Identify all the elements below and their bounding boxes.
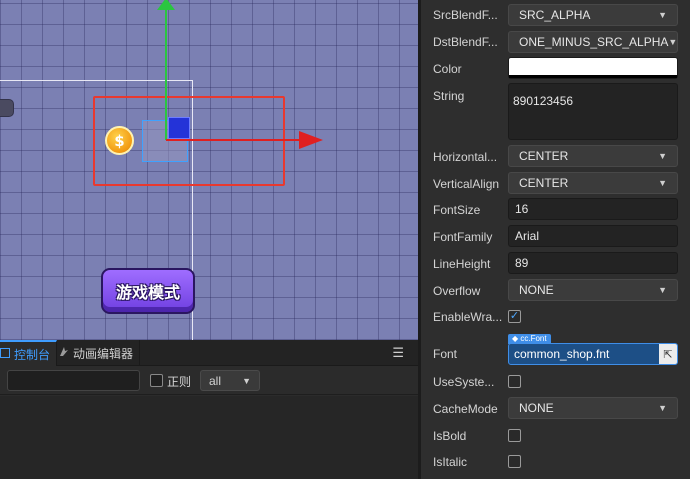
font-family-value: Arial — [515, 229, 540, 243]
console-panel: 控制台 动画编辑器 ☰ 正则 all ▼ — [0, 340, 418, 479]
game-mode-label: 游戏模式 — [115, 285, 180, 302]
cache-mode-value: NONE — [519, 401, 554, 415]
enable-wrap-checkbox[interactable]: ✓ — [508, 310, 521, 323]
line-height-input[interactable]: 89 — [508, 252, 678, 274]
is-bold-label: IsBold — [433, 429, 467, 443]
use-system-font-label: UseSyste... — [433, 375, 495, 389]
tab-console[interactable]: 控制台 — [0, 340, 58, 366]
overflow-select[interactable]: NONE ▼ — [508, 279, 678, 301]
color-swatch[interactable] — [508, 57, 678, 79]
string-label: String — [433, 89, 465, 103]
vertical-align-select[interactable]: CENTER ▼ — [508, 172, 678, 194]
dst-blend-value: ONE_MINUS_SRC_ALPHA — [519, 35, 669, 49]
font-size-input[interactable]: 16 — [508, 198, 678, 220]
gizmo-center-handle[interactable] — [168, 117, 190, 139]
use-system-font-checkbox[interactable] — [508, 375, 521, 388]
tab-animation-editor[interactable]: 动画编辑器 — [52, 340, 141, 366]
vertical-align-label: VerticalAlign — [433, 177, 500, 191]
chevron-down-icon: ▼ — [658, 10, 667, 20]
tab-console-label: 控制台 — [14, 347, 51, 362]
overflow-value: NONE — [519, 283, 554, 297]
chevron-down-icon: ▼ — [668, 37, 678, 47]
font-size-value: 16 — [515, 202, 529, 216]
font-family-label: FontFamily — [433, 230, 493, 244]
log-level-value: all — [209, 373, 222, 388]
font-type-text: cc.Font — [520, 334, 547, 343]
console-filter-input[interactable] — [7, 370, 140, 391]
horizontal-align-select[interactable]: CENTER ▼ — [508, 145, 678, 167]
font-size-label: FontSize — [433, 203, 481, 217]
enable-wrap-label: EnableWra... — [433, 310, 503, 324]
gizmo-y-arrow-icon[interactable] — [157, 0, 175, 10]
font-asset-name: common_shop.fnt — [514, 347, 610, 361]
inspector-panel: SrcBlendF... SRC_ALPHA ▼ DstBlendF... ON… — [421, 0, 690, 479]
chevron-down-icon: ▼ — [658, 151, 667, 161]
coin-glyph: $ — [114, 131, 125, 150]
console-icon — [0, 347, 10, 361]
coin-icon[interactable]: $ — [105, 126, 134, 155]
log-level-select[interactable]: all ▼ — [200, 370, 260, 391]
tab-animation-label: 动画编辑器 — [73, 346, 134, 361]
chevron-down-icon: ▼ — [658, 403, 667, 413]
line-height-value: 89 — [515, 256, 529, 270]
asset-picker-icon[interactable]: ⇱ — [659, 344, 677, 364]
console-tab-bar: 控制台 动画编辑器 ☰ — [0, 340, 418, 366]
check-icon: ✓ — [509, 310, 520, 322]
string-textarea[interactable]: 890123456 — [508, 83, 678, 140]
game-mode-button[interactable]: 游戏模式 — [101, 268, 195, 314]
gizmo-x-arrow-icon[interactable] — [299, 131, 323, 149]
cache-mode-label: CacheMode — [433, 402, 498, 416]
vertical-align-value: CENTER — [519, 176, 569, 190]
gizmo-y-axis[interactable] — [165, 6, 167, 140]
src-blend-value: SRC_ALPHA — [519, 8, 591, 22]
horizontal-align-label: Horizontal... — [433, 150, 498, 164]
dst-blend-label: DstBlendF... — [433, 35, 498, 49]
regex-checkbox[interactable] — [150, 374, 163, 387]
chevron-down-icon: ▼ — [658, 285, 667, 295]
chevron-down-icon: ▼ — [658, 178, 667, 188]
is-bold-checkbox[interactable] — [508, 429, 521, 442]
animation-icon — [58, 346, 69, 360]
console-toolbar: 正则 all ▼ — [0, 367, 418, 395]
scene-node-pill[interactable] — [0, 99, 14, 117]
scene-view[interactable]: $ 游戏模式 — [0, 0, 418, 340]
font-label: Font — [433, 347, 458, 361]
font-family-input[interactable]: Arial — [508, 225, 678, 247]
chevron-down-icon: ▼ — [242, 375, 251, 386]
is-italic-label: IsItalic — [433, 455, 468, 469]
console-output[interactable] — [0, 396, 418, 479]
line-height-label: LineHeight — [433, 257, 491, 271]
is-italic-checkbox[interactable] — [508, 455, 521, 468]
dst-blend-select[interactable]: ONE_MINUS_SRC_ALPHA ▼ — [508, 31, 678, 53]
gizmo-x-axis[interactable] — [166, 139, 300, 141]
src-blend-label: SrcBlendF... — [433, 8, 498, 22]
horizontal-align-value: CENTER — [519, 149, 569, 163]
regex-label: 正则 — [167, 375, 192, 389]
panel-menu-icon[interactable]: ☰ — [392, 345, 404, 361]
src-blend-select[interactable]: SRC_ALPHA ▼ — [508, 4, 678, 26]
cache-mode-select[interactable]: NONE ▼ — [508, 397, 678, 419]
overflow-label: Overflow — [433, 284, 481, 298]
font-asset-field[interactable]: common_shop.fnt ⇱ — [508, 343, 678, 365]
color-label: Color — [433, 62, 462, 76]
